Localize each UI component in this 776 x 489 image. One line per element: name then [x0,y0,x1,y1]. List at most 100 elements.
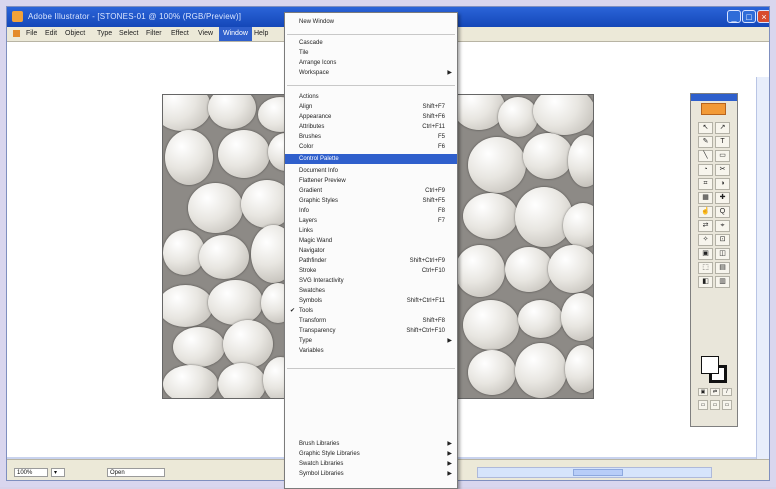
artboard-tool-icon[interactable]: ▣ [698,248,713,260]
submenu-arrow-icon: ▶ [447,441,452,447]
blend-tool-icon[interactable]: ⇄ [698,220,713,232]
rotate-tool-icon[interactable]: ◔ [698,164,713,176]
menu-item-swatches[interactable]: Swatches [285,286,457,296]
status-mode-field[interactable]: Open [107,468,165,477]
line-tool-icon[interactable]: ╲ [698,150,713,162]
menu-item-attributes[interactable]: Attributes Ctrl+F11 [285,122,457,132]
menu-item-cascade[interactable]: Cascade [285,38,457,48]
menu-item-arrange-icons[interactable]: Arrange Icons [285,58,457,68]
checkmark-icon: ✔ [290,308,296,314]
full-screen-mode-icon[interactable]: ▭ [710,400,720,410]
tools-panel[interactable]: ↖ ↗ ✎ T ╲ ▭ ◔ ✂ ⌗ ◑ ▦ ✚ ☝ Q ⇄ ⌖ ✧ ⊡ ▣ ◫ … [690,93,738,427]
menu-item-layers[interactable]: Layers F7 [285,216,457,226]
menu-item-actions[interactable]: Actions [285,92,457,102]
menu-view[interactable]: View [198,30,213,37]
eyedropper-tool-icon[interactable]: ⌖ [715,220,730,232]
horizontal-scrollbar[interactable] [477,467,712,478]
document-icon [13,30,20,37]
menu-help[interactable]: Help [254,30,268,37]
tools-panel-title-bar[interactable] [691,94,737,101]
window-title: Adobe Illustrator - [STONES-01 @ 100% (R… [28,12,242,21]
presentation-mode-icon[interactable]: ▭ [722,400,732,410]
menu-item-stroke[interactable]: Stroke Ctrl+F10 [285,266,457,276]
graph-tool-icon[interactable]: ▦ [698,192,713,204]
transform-tool-icon[interactable]: ◫ [715,248,730,260]
gradient-tool-icon[interactable]: ◑ [715,178,730,190]
menu-item-new-window[interactable]: New Window [285,17,457,27]
hand-tool-icon[interactable]: ☝ [698,206,713,218]
screen-background: Adobe Illustrator - [STONES-01 @ 100% (R… [0,0,776,489]
horizontal-scroll-thumb[interactable] [573,469,623,476]
menu-item-color[interactable]: Color F6 [285,142,457,152]
mesh-tool-icon[interactable]: ⌗ [698,178,713,190]
menu-item-brush-libraries[interactable]: Brush Libraries ▶ [285,439,457,449]
shape-builder-tool-icon[interactable]: ⬚ [698,262,713,274]
menu-item-tile[interactable]: Tile [285,48,457,58]
menu-item-symbol-libraries[interactable]: Symbol Libraries ▶ [285,469,457,479]
menu-item-pathfinder[interactable]: Pathfinder Shift+Ctrl+F9 [285,256,457,266]
menu-item-links[interactable]: Links [285,226,457,236]
menu-item-workspace[interactable]: Workspace ▶ [285,68,457,78]
menu-item-navigator[interactable]: Navigator [285,246,457,256]
none-color-icon[interactable]: / [722,388,732,396]
menu-item-document-info[interactable]: Document Info [285,166,457,176]
illustrator-app-icon [12,11,23,22]
menu-item-brushes[interactable]: Brushes F5 [285,132,457,142]
selection-tool-icon[interactable]: ↖ [698,122,713,134]
menu-item-transparency[interactable]: Transparency Shift+Ctrl+F10 [285,326,457,336]
scissors-tool-icon[interactable]: ✂ [715,164,730,176]
vertical-scrollbar[interactable] [756,77,769,480]
menu-item-align[interactable]: Align Shift+F7 [285,102,457,112]
menu-item-info[interactable]: Info F8 [285,206,457,216]
menu-item-variables[interactable]: Variables [285,346,457,356]
menu-item-symbols[interactable]: Symbols Shift+Ctrl+F11 [285,296,457,306]
layout-tool-icon[interactable]: ▥ [715,276,730,288]
symbol-sprayer-tool-icon[interactable]: ✚ [715,192,730,204]
maximize-button[interactable]: □ [742,10,756,23]
menu-item-swatch-libraries[interactable]: Swatch Libraries ▶ [285,459,457,469]
menu-edit[interactable]: Edit [45,30,57,37]
menu-effect[interactable]: Effect [171,30,189,37]
submenu-arrow-icon: ▶ [447,451,452,457]
slice-tool-icon[interactable]: ⊡ [715,234,730,246]
warp-tool-icon[interactable]: ✧ [698,234,713,246]
menu-item-flattener-preview[interactable]: Flattener Preview [285,176,457,186]
menu-item-tools[interactable]: ✔ Tools [285,306,457,316]
menu-select[interactable]: Select [119,30,138,37]
menu-item-transform[interactable]: Transform Shift+F8 [285,316,457,326]
menu-window[interactable]: Window [219,27,252,41]
pen-tool-icon[interactable]: ✎ [698,136,713,148]
fill-color-swatch[interactable] [701,356,719,374]
rectangle-tool-icon[interactable]: ▭ [715,150,730,162]
submenu-arrow-icon: ▶ [447,471,452,477]
zoom-level-field[interactable]: 100% [14,468,48,477]
zoom-tool-icon[interactable]: Q [715,206,730,218]
menu-type[interactable]: Type [97,30,112,37]
direct-selection-tool-icon[interactable]: ↗ [715,122,730,134]
menu-item-control-palette[interactable]: Control Palette [285,154,457,164]
menu-item-svg-interactivity[interactable]: SVG Interactivity [285,276,457,286]
zoom-dropdown-button[interactable]: ▾ [51,468,65,477]
submenu-arrow-icon: ▶ [447,461,452,467]
default-colors-icon[interactable]: ▣ [698,388,708,396]
close-button[interactable]: × [757,10,769,23]
submenu-arrow-icon: ▶ [447,70,452,76]
menu-item-graphic-style-libraries[interactable]: Graphic Style Libraries ▶ [285,449,457,459]
type-tool-icon[interactable]: T [715,136,730,148]
menu-item-graphic-styles[interactable]: Graphic Styles Shift+F5 [285,196,457,206]
column-graph-tool-icon[interactable]: ▤ [715,262,730,274]
menu-item-appearance[interactable]: Appearance Shift+F6 [285,112,457,122]
menu-object[interactable]: Object [65,30,85,37]
minimize-button[interactable]: _ [727,10,741,23]
menu-item-gradient[interactable]: Gradient Ctrl+F9 [285,186,457,196]
menu-item-magic-wand[interactable]: Magic Wand [285,236,457,246]
screen-mode-tool-icon[interactable]: ◧ [698,276,713,288]
submenu-arrow-icon: ▶ [447,338,452,344]
swap-colors-icon[interactable]: ⇄ [710,388,720,396]
window-menu-dropdown: New Window Cascade Tile Arrange Icons Wo… [284,12,458,489]
menu-filter[interactable]: Filter [146,30,162,37]
menu-file[interactable]: File [26,30,37,37]
menu-item-type[interactable]: Type ▶ [285,336,457,346]
illustrator-logo [701,103,726,115]
normal-screen-mode-icon[interactable]: ▭ [698,400,708,410]
